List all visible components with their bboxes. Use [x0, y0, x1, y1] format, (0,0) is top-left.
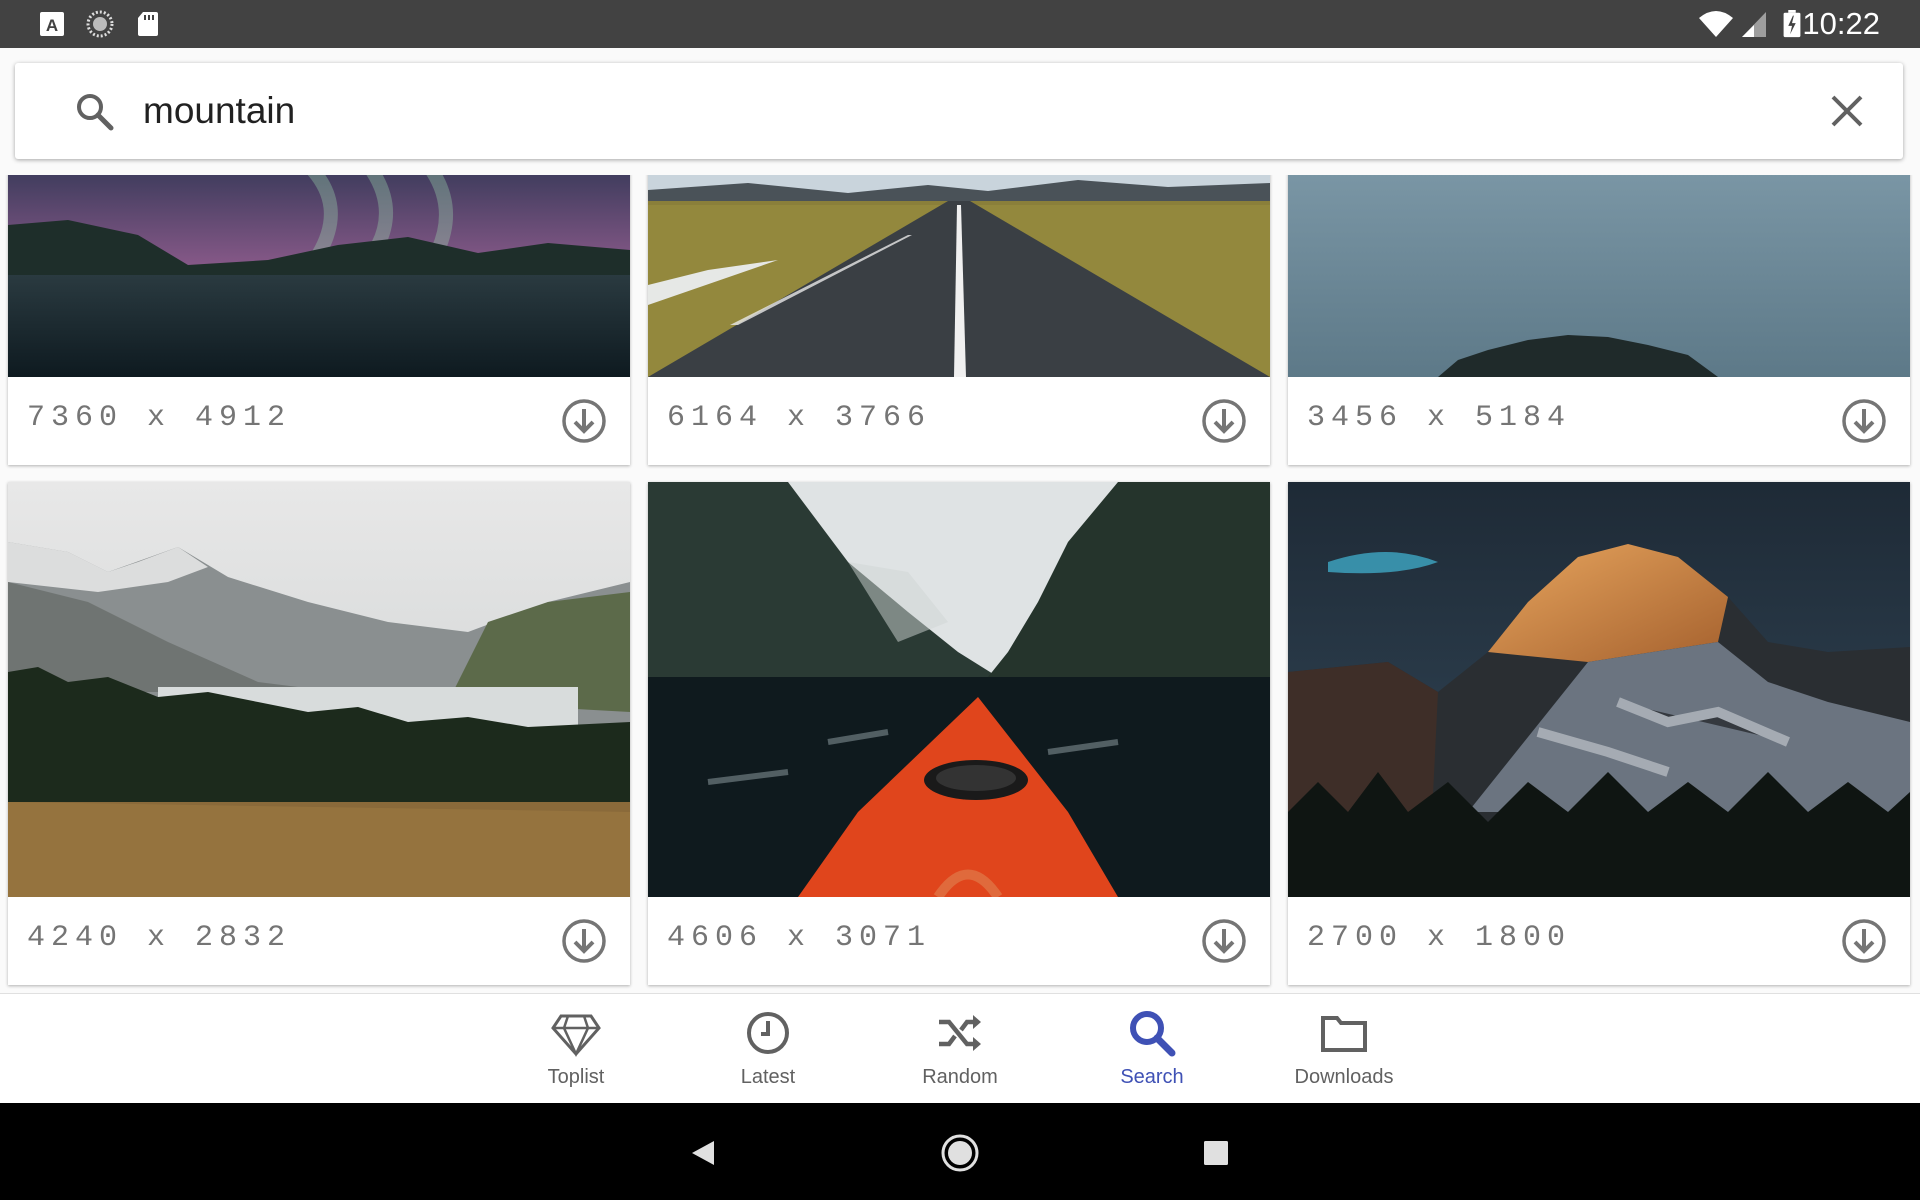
search-icon	[77, 94, 114, 131]
app-a-icon: A	[40, 12, 64, 36]
resolution-label: 4606 x 3071	[667, 921, 932, 955]
status-bar: A 10:22	[0, 0, 1920, 48]
nav-label: Downloads	[1294, 1066, 1394, 1088]
nav-item-search[interactable]: Search	[1067, 994, 1237, 1104]
wallpaper-thumbnail[interactable]	[8, 175, 630, 377]
shuffle-icon	[939, 1015, 981, 1051]
home-icon[interactable]	[940, 1133, 980, 1173]
battery-icon	[1783, 10, 1801, 38]
wallpaper-thumbnail[interactable]	[648, 482, 1270, 897]
nav-label: Random	[922, 1066, 998, 1088]
svg-text:A: A	[46, 16, 58, 35]
download-icon[interactable]	[560, 917, 608, 965]
nav-label: Search	[1120, 1066, 1184, 1088]
status-time: 10:22	[1802, 6, 1880, 41]
wallpaper-card[interactable]: 2700 x 1800	[1288, 482, 1910, 985]
download-icon[interactable]	[1200, 397, 1248, 445]
search-icon	[1130, 1011, 1176, 1057]
nav-item-downloads[interactable]: Downloads	[1259, 994, 1429, 1104]
nav-label: Latest	[740, 1066, 796, 1088]
download-icon[interactable]	[1840, 917, 1888, 965]
resolution-label: 2700 x 1800	[1307, 921, 1572, 955]
folder-icon	[1321, 1016, 1367, 1052]
wallpaper-card[interactable]: 7360 x 4912	[8, 175, 630, 465]
search-input[interactable]	[143, 85, 1743, 137]
close-icon[interactable]	[1829, 93, 1865, 129]
clock-icon	[747, 1012, 789, 1054]
wifi-icon	[1699, 11, 1733, 37]
download-icon[interactable]	[1200, 917, 1248, 965]
search-bar	[15, 63, 1903, 159]
wallpaper-thumbnail[interactable]	[1288, 482, 1910, 897]
sd-card-icon	[138, 12, 158, 36]
card-footer: 4240 x 2832	[8, 897, 630, 985]
nav-item-latest[interactable]: Latest	[683, 994, 853, 1104]
resolution-label: 3456 x 5184	[1307, 401, 1572, 435]
wallpaper-thumbnail[interactable]	[8, 482, 630, 897]
card-footer: 6164 x 3766	[648, 377, 1270, 465]
wallpaper-card[interactable]: 6164 x 3766	[648, 175, 1270, 465]
card-footer: 4606 x 3071	[648, 897, 1270, 985]
signal-icon	[1742, 12, 1766, 37]
diamond-icon	[551, 1014, 601, 1057]
wallpaper-card[interactable]: 4240 x 2832	[8, 482, 630, 985]
wallpaper-thumbnail[interactable]	[1288, 175, 1910, 377]
resolution-label: 7360 x 4912	[27, 401, 292, 435]
nav-item-random[interactable]: Random	[875, 994, 1045, 1104]
nav-label: Toplist	[547, 1066, 605, 1088]
resolution-label: 6164 x 3766	[667, 401, 932, 435]
recents-icon[interactable]	[1196, 1133, 1236, 1173]
card-footer: 2700 x 1800	[1288, 897, 1910, 985]
wallpaper-thumbnail[interactable]	[648, 175, 1270, 377]
back-icon[interactable]	[684, 1133, 724, 1173]
wallpaper-grid: 7360 x 4912 6164 x 3766 3456 x 5184 4240…	[0, 175, 1920, 993]
card-footer: 3456 x 5184	[1288, 377, 1910, 465]
bottom-navigation: Toplist Latest Random Search Downloads	[0, 993, 1920, 1104]
nav-item-toplist[interactable]: Toplist	[491, 994, 661, 1104]
resolution-label: 4240 x 2832	[27, 921, 292, 955]
download-icon[interactable]	[1840, 397, 1888, 445]
wallpaper-card[interactable]: 3456 x 5184	[1288, 175, 1910, 465]
wallpaper-card[interactable]: 4606 x 3071	[648, 482, 1270, 985]
loading-icon	[86, 10, 114, 38]
system-navigation-bar	[0, 1103, 1920, 1200]
card-footer: 7360 x 4912	[8, 377, 630, 465]
download-icon[interactable]	[560, 397, 608, 445]
